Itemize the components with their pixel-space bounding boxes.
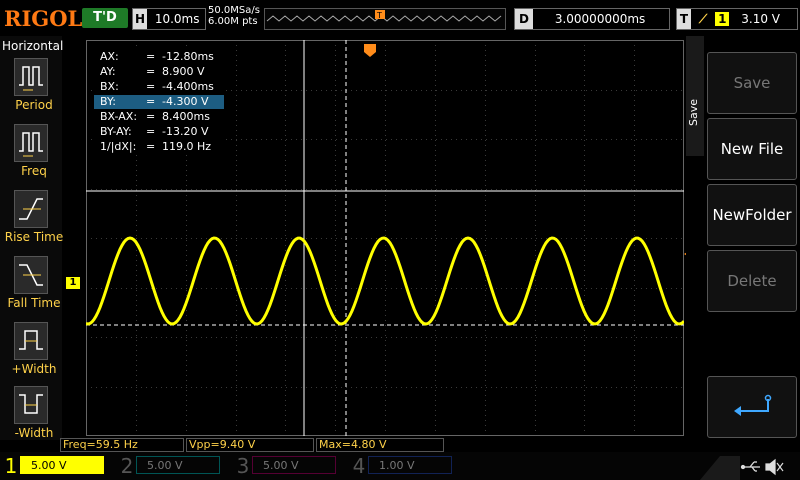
channel-3-scale: 5.00 V bbox=[252, 456, 336, 474]
rising-edge-icon: ⟋ bbox=[698, 12, 708, 26]
return-icon bbox=[734, 394, 772, 416]
usb-icon bbox=[740, 461, 760, 472]
menu-item-period[interactable]: Period bbox=[4, 58, 62, 120]
sample-rate: 50.0MSa/s bbox=[208, 5, 260, 16]
sample-info: 50.0MSa/s 6.00M pts bbox=[208, 5, 260, 27]
cursor-key: BX-AX: bbox=[100, 110, 138, 123]
positive-width-icon bbox=[14, 322, 48, 360]
delay-value: 3.00000000ms bbox=[554, 12, 646, 26]
measurement-freq[interactable]: Freq=59.5 Hz bbox=[60, 438, 184, 452]
menu-label-positive-width: +Width bbox=[11, 362, 57, 376]
menu-label-period: Period bbox=[15, 98, 53, 112]
cursor-eq: = bbox=[146, 110, 156, 123]
negative-width-icon bbox=[14, 386, 48, 424]
menu-item-negative-width[interactable]: -Width bbox=[4, 386, 62, 448]
memory-depth: 6.00M pts bbox=[208, 16, 258, 27]
cursor-eq: = bbox=[146, 80, 156, 93]
memory-position-bar[interactable]: T bbox=[264, 8, 506, 30]
d-label: D bbox=[515, 9, 533, 29]
fall-time-icon bbox=[14, 256, 48, 294]
t-label: T bbox=[677, 9, 691, 29]
trigger-time-marker bbox=[364, 44, 376, 57]
delete-button[interactable]: Delete bbox=[707, 250, 797, 312]
cursor-value: -4.400ms bbox=[162, 80, 214, 93]
measurement-bar: Freq=59.5 Hz Vpp=9.40 V Max=4.80 V bbox=[60, 438, 680, 452]
channel-4-scale: 1.00 V bbox=[368, 456, 452, 474]
rigol-logo: RIGOL bbox=[4, 6, 83, 31]
cursor-value: -13.20 V bbox=[162, 125, 209, 138]
measurement-vpp[interactable]: Vpp=9.40 V bbox=[186, 438, 314, 452]
horizontal-menu: Horizontal Period Freq Rise Time Fall Ti… bbox=[0, 36, 64, 440]
status-icons bbox=[700, 456, 784, 480]
freq-icon bbox=[14, 124, 48, 162]
menu-title: Horizontal bbox=[2, 39, 64, 53]
cursor-eq: = bbox=[146, 65, 156, 78]
cursor-key: BY-AY: bbox=[100, 125, 132, 138]
delay-indicator[interactable]: D 3.00000000ms bbox=[514, 8, 670, 30]
save-button[interactable]: Save bbox=[707, 52, 797, 114]
cursor-value: 8.400ms bbox=[162, 110, 210, 123]
cursor-row: AY: = 8.900 V bbox=[94, 65, 224, 79]
cursor-row: BX: = -4.400ms bbox=[94, 80, 224, 94]
rise-time-icon bbox=[14, 190, 48, 228]
cursor-value: 8.900 V bbox=[162, 65, 205, 78]
speaker-mute-icon bbox=[765, 458, 784, 476]
cursor-value: 119.0 Hz bbox=[162, 140, 212, 153]
cursor-value: -4.300 V bbox=[162, 95, 209, 108]
measurement-max[interactable]: Max=4.80 V bbox=[316, 438, 444, 452]
timebase-indicator[interactable]: H 10.0ms bbox=[132, 8, 206, 30]
cursor-eq: = bbox=[146, 50, 156, 63]
save-tab-label: Save bbox=[687, 98, 700, 126]
period-icon bbox=[14, 58, 48, 96]
trigger-indicator[interactable]: T ⟋ 1 3.10 V bbox=[676, 8, 798, 30]
channel-4-number: 4 bbox=[352, 454, 366, 478]
cursor-row: BX-AX: = 8.400ms bbox=[94, 110, 224, 124]
channel-1-indicator[interactable]: 1 5.00 V bbox=[2, 454, 106, 478]
timebase-value: 10.0ms bbox=[154, 12, 200, 26]
channel-1-number: 1 bbox=[4, 454, 18, 478]
new-folder-button[interactable]: NewFolder bbox=[707, 184, 797, 246]
channel-3-indicator[interactable]: 3 5.00 V bbox=[234, 454, 338, 478]
cursor-readout-table: AX: = -12.80ms AY: = 8.900 V BX: = -4.40… bbox=[94, 48, 224, 154]
cursor-row: BY-AY: = -13.20 V bbox=[94, 125, 224, 139]
h-label: H bbox=[133, 9, 147, 29]
waveform-overview-icon: T bbox=[266, 10, 502, 22]
menu-item-fall-time[interactable]: Fall Time bbox=[4, 256, 62, 318]
channel-4-indicator[interactable]: 4 1.00 V bbox=[350, 454, 454, 478]
menu-label-rise-time: Rise Time bbox=[4, 230, 64, 244]
cursor-value: -12.80ms bbox=[162, 50, 214, 63]
trigger-position-marker: T bbox=[376, 11, 382, 20]
save-menu-tab[interactable]: Save bbox=[686, 36, 704, 156]
channel-1-marker[interactable]: 1 bbox=[66, 277, 80, 289]
menu-item-freq[interactable]: Freq bbox=[4, 124, 62, 186]
cursor-key: BY: bbox=[100, 95, 116, 108]
return-button[interactable] bbox=[707, 376, 797, 438]
cursor-eq: = bbox=[146, 140, 156, 153]
cursor-key: 1/|dX|: bbox=[100, 140, 137, 153]
cursor-key: AX: bbox=[100, 50, 119, 63]
new-file-button[interactable]: New File bbox=[707, 118, 797, 180]
menu-item-positive-width[interactable]: +Width bbox=[4, 322, 62, 384]
channel-2-number: 2 bbox=[120, 454, 134, 478]
channel-2-scale: 5.00 V bbox=[136, 456, 220, 474]
menu-label-freq: Freq bbox=[21, 164, 47, 178]
channel-1-scale: 5.00 V bbox=[20, 456, 104, 474]
cursor-key: BX: bbox=[100, 80, 119, 93]
menu-label-negative-width: -Width bbox=[14, 426, 54, 440]
menu-label-fall-time: Fall Time bbox=[7, 296, 61, 310]
trigger-level: 3.10 V bbox=[741, 12, 780, 26]
cursor-key: AY: bbox=[100, 65, 116, 78]
cursor-row: AX: = -12.80ms bbox=[94, 50, 224, 64]
menu-item-rise-time[interactable]: Rise Time bbox=[4, 190, 64, 252]
trigger-channel: 1 bbox=[715, 12, 730, 26]
channel-2-indicator[interactable]: 2 5.00 V bbox=[118, 454, 222, 478]
channel-3-number: 3 bbox=[236, 454, 250, 478]
cursor-row: 1/|dX|: = 119.0 Hz bbox=[94, 140, 224, 154]
cursor-eq: = bbox=[146, 95, 156, 108]
cursor-eq: = bbox=[146, 125, 156, 138]
run-state-badge[interactable]: T'D bbox=[82, 8, 128, 28]
cursor-row-selected[interactable]: BY: = -4.300 V bbox=[94, 95, 224, 109]
channel-bar: 1 5.00 V 2 5.00 V 3 5.00 V 4 1.00 V bbox=[0, 452, 800, 480]
